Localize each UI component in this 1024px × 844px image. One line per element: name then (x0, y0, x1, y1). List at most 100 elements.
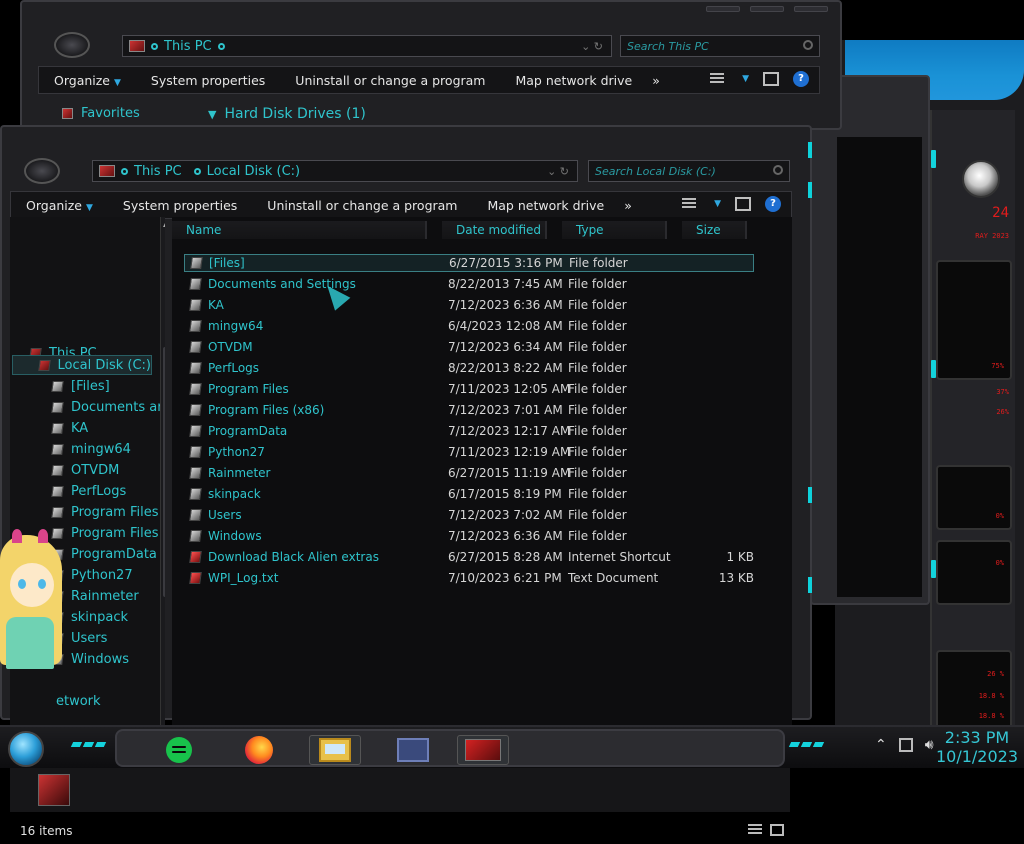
preview-pane-icon[interactable] (735, 197, 751, 211)
nav-item-folder[interactable]: OTVDM (51, 460, 119, 480)
refresh-icon[interactable]: ⌄ ↻ (581, 40, 603, 53)
breadcrumb-local-disk[interactable]: Local Disk (C:) (207, 164, 300, 179)
nav-item-folder[interactable]: Rainmeter (51, 586, 139, 606)
back-search-box[interactable] (620, 35, 820, 57)
nav-item-folder[interactable]: mingw64 (51, 439, 131, 459)
nav-item-folder[interactable]: Program Files (51, 502, 159, 522)
nav-item-folder[interactable]: skinpack (51, 607, 128, 627)
section-hard-disk-drives[interactable]: ▼ Hard Disk Drives (1) (208, 106, 366, 122)
details-view-icon[interactable] (748, 824, 762, 836)
column-header-date[interactable]: Date modified (442, 221, 547, 239)
front-search-box[interactable] (588, 160, 790, 182)
table-row[interactable]: OTVDM 7/12/2023 6:34 AM File folder (184, 338, 754, 356)
table-row[interactable]: Documents and Settings 8/22/2013 7:45 AM F… (184, 275, 754, 293)
details-pane (10, 764, 790, 812)
help-icon[interactable]: ? (765, 196, 781, 212)
maximize-button[interactable] (750, 6, 784, 12)
nav-item-folder[interactable]: Documents ar (51, 397, 163, 417)
chevron-down-icon[interactable]: ▼ (714, 199, 721, 209)
refresh-icon[interactable]: ⌄ ↻ (547, 165, 569, 178)
spotify-app-button[interactable] (153, 735, 205, 765)
back-titlebar[interactable] (22, 2, 840, 30)
change-view-icon[interactable] (682, 198, 697, 210)
search-icon[interactable] (773, 165, 783, 175)
organize-button[interactable]: Organize ▼ (39, 73, 136, 88)
column-header-size[interactable]: Size (682, 221, 747, 239)
table-row[interactable]: Rainmeter 6/27/2015 11:19 AM File folder (184, 464, 754, 482)
nav-item-folder[interactable]: KA (51, 418, 88, 438)
chevron-down-icon[interactable]: ▼ (742, 74, 749, 84)
nav-pane-scrollbar[interactable]: ▲ ▼ (160, 217, 165, 762)
breadcrumb-this-pc[interactable]: This PC (134, 164, 182, 179)
firefox-app-button[interactable] (233, 735, 285, 765)
system-properties-button[interactable]: System properties (136, 73, 280, 88)
front-nav-orb-icon[interactable] (24, 158, 60, 184)
front-titlebar[interactable] (2, 127, 810, 155)
widget-readout: 24 (992, 205, 1009, 221)
uninstall-button[interactable]: Uninstall or change a program (280, 73, 500, 88)
nav-item-network[interactable]: etwork (56, 691, 101, 711)
large-icons-view-icon[interactable] (770, 824, 784, 836)
system-clock[interactable]: 2:33 PM 10/1/2023 (932, 728, 1022, 766)
table-row[interactable]: [Files] 6/27/2015 3:16 PM File folder (184, 254, 754, 272)
show-hidden-icons-icon[interactable]: ⌃ (875, 737, 887, 753)
scroll-up-icon[interactable]: ▲ (163, 219, 165, 228)
table-row[interactable]: Program Files 7/11/2023 12:05 AM File fold… (184, 380, 754, 398)
start-button[interactable] (8, 731, 44, 767)
table-row[interactable]: Python27 7/11/2023 12:19 AM File folder (184, 443, 754, 461)
table-row[interactable]: mingw64 6/4/2023 12:08 AM File folder (184, 317, 754, 335)
system-properties-button[interactable]: System properties (108, 198, 252, 213)
collapse-icon[interactable]: ▼ (208, 108, 216, 121)
uninstall-button[interactable]: Uninstall or change a program (252, 198, 472, 213)
column-header-type[interactable]: Type (562, 221, 667, 239)
table-row[interactable]: WPI_Log.txt 7/10/2023 6:21 PM Text Documen… (184, 569, 754, 587)
nav-item-folder[interactable]: PerfLogs (51, 481, 126, 501)
nav-item-folder[interactable]: Program Files (51, 523, 159, 543)
more-button[interactable]: » (619, 198, 637, 213)
table-row[interactable]: Windows 7/12/2023 6:36 AM File folder (184, 527, 754, 545)
alien-app-button[interactable] (457, 735, 509, 765)
change-view-icon[interactable] (710, 73, 725, 85)
nav-item-folder[interactable]: Windows (51, 649, 129, 669)
back-nav-orb-icon[interactable] (54, 32, 90, 58)
close-button[interactable] (794, 6, 828, 12)
table-row[interactable]: skinpack 6/17/2015 8:19 PM File folder (184, 485, 754, 503)
help-icon[interactable]: ? (793, 71, 809, 87)
file-explorer-app-button[interactable] (309, 735, 361, 765)
back-address-bar[interactable]: This PC ⌄ ↻ (122, 35, 612, 57)
nav-item-folder[interactable]: [Files] (51, 376, 110, 396)
table-row[interactable]: Download Black Alien extras 6/27/2015 8:2… (184, 548, 754, 566)
search-icon[interactable] (803, 40, 813, 50)
preview-pane-icon[interactable] (763, 72, 779, 86)
frame-accent (808, 182, 812, 198)
nav-item-folder[interactable]: Python27 (51, 565, 133, 585)
front-address-bar[interactable]: This PC Local Disk (C:) ⌄ ↻ (92, 160, 578, 182)
alien-logo-icon (962, 160, 1000, 198)
scrollbar-thumb[interactable] (163, 347, 165, 597)
table-row[interactable]: PerfLogs 8/22/2013 8:22 AM File folder (184, 359, 754, 377)
widget-readout: 18.8 % (978, 712, 1004, 720)
more-button[interactable]: » (647, 73, 665, 88)
nav-favorites[interactable]: Favorites (62, 106, 140, 121)
organize-button[interactable]: Organize ▼ (11, 198, 108, 213)
table-row[interactable]: KA 7/12/2023 6:36 AM File folder (184, 296, 754, 314)
minimize-button[interactable] (706, 6, 740, 12)
table-row[interactable]: Program Files (x86) 7/12/2023 7:01 AM File… (184, 401, 754, 419)
front-toolbar: Organize ▼ System properties Uninstall or… (10, 191, 792, 219)
screen-app-button[interactable] (387, 735, 439, 765)
front-search-input[interactable] (593, 163, 763, 179)
nav-item-folder[interactable]: ProgramData (51, 544, 157, 564)
folder-icon (51, 443, 64, 455)
table-row[interactable]: Users 7/12/2023 7:02 AM File folder (184, 506, 754, 524)
table-row[interactable]: ProgramData 7/12/2023 12:17 AM File folder (184, 422, 754, 440)
nav-item-local-disk[interactable]: Local Disk (C:) (12, 355, 152, 375)
column-header-name[interactable]: Name (172, 221, 427, 239)
map-network-drive-button[interactable]: Map network drive (472, 198, 619, 213)
back-search-input[interactable] (625, 38, 793, 54)
back-explorer-window[interactable]: This PC ⌄ ↻ Organize▼ System properties … (20, 0, 842, 130)
front-explorer-window[interactable]: This PC Local Disk (C:) ⌄ ↻ Organize▼ Sy… (0, 125, 812, 838)
breadcrumb-this-pc[interactable]: This PC (164, 39, 212, 54)
network-icon[interactable] (898, 738, 913, 752)
taskbar-apps (115, 729, 785, 767)
map-network-drive-button[interactable]: Map network drive (500, 73, 647, 88)
